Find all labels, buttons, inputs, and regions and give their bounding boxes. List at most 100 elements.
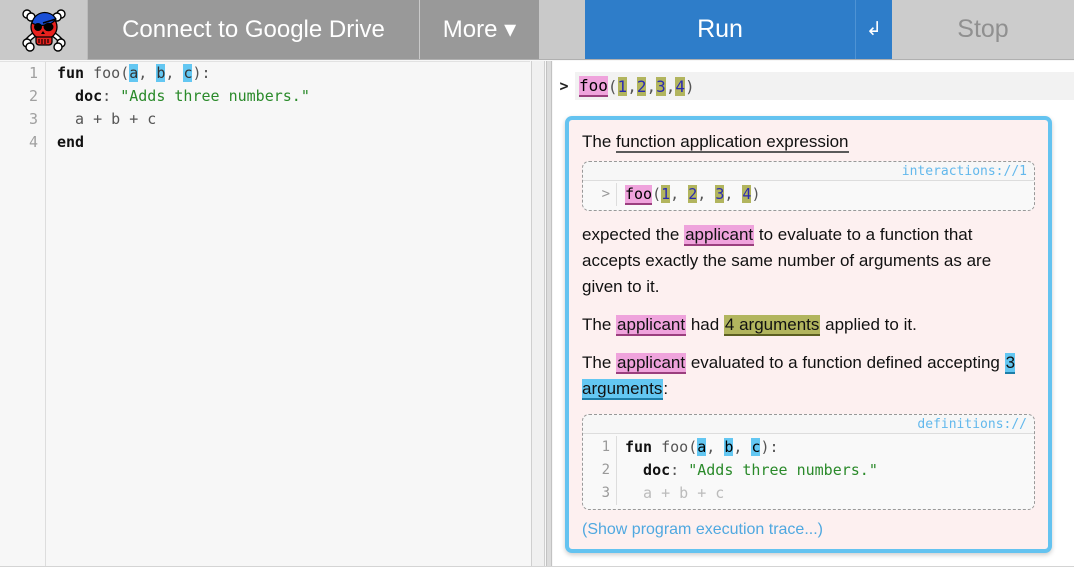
error-heading-term: function application expression [616,132,849,153]
error-definition-line-number: 1 [583,436,617,459]
toolbar: Connect to Google Drive More ▾ Run ↲ Sto… [0,0,1074,60]
error-p2-chip-applicant[interactable]: applicant [616,315,687,336]
more-menu-label: More ▾ [442,16,517,43]
error-source-frame-label[interactable]: interactions://1 [583,162,1034,180]
editor-line-number: 3 [28,110,38,128]
toolbar-spacer [540,0,585,59]
error-def-line-0-seg-7: ): [760,438,779,456]
error-def-line-1-seg-1: : [670,461,689,479]
error-p3-b: evaluated to a function defined acceptin… [686,353,1005,372]
editor-line-number: 2 [28,87,38,105]
repl-prompt-row: > foo(1, 2, 3, 4) [553,71,1074,101]
repl-call-open-paren: ( [607,76,618,96]
run-button[interactable]: Run [585,0,855,59]
editor-line-0-seg-2[interactable]: a [129,64,139,82]
error-definition-code: a + b + c [617,482,724,505]
error-p3-c: : [663,379,669,398]
error-src-call-arg-2[interactable]: 3 [715,185,725,203]
error-definition-line-number: 3 [583,482,617,505]
error-src-call-open-paren: ( [652,185,662,203]
error-p2-a: The [582,315,617,334]
editor-line-number: 1 [28,64,38,82]
editor-line-0-seg-0: fun [57,64,94,82]
show-execution-trace-link[interactable]: (Show program execution trace...) [582,521,1035,539]
error-source-frame: interactions://1 > foo(1, 2, 3, 4) [582,161,1035,211]
error-source-frame-row: > foo(1, 2, 3, 4) [583,183,1034,206]
editor-code[interactable]: fun foo(a, b, c): doc: "Adds three numbe… [47,62,530,567]
error-p1-a: expected the [582,225,685,244]
editor-code-line[interactable]: a + b + c [57,108,530,131]
error-p2-c: applied to it. [820,315,917,334]
error-definition-frame-body: 1 fun foo(a, b, c): 2 doc: "Adds three num… [583,433,1034,509]
error-src-call-sep-1: , [697,185,716,203]
repl-call-arg-0[interactable]: 1 [617,76,628,96]
error-source-frame-prompt: > [583,183,617,206]
error-panel: The function application expression inte… [565,116,1052,553]
error-p2-chip-arg-count[interactable]: 4 arguments [723,315,821,336]
error-p1-chip-applicant[interactable]: applicant [684,225,755,246]
editor-line-2-seg-0: a + b + c [57,110,157,128]
error-p3-chip-applicant[interactable]: applicant [616,353,687,374]
error-heading-prefix: The [582,132,617,151]
error-src-call-arg-1[interactable]: 2 [688,185,698,203]
stop-button-label: Stop [957,15,1009,43]
error-definition-code: doc: "Adds three numbers." [617,459,878,482]
editor-vertical-scrollbar[interactable] [531,61,545,567]
error-definition-row: 1 fun foo(a, b, c): [583,436,1034,459]
error-paragraph-2: The applicant had 4 arguments applied to… [582,312,1035,338]
definitions-editor[interactable]: 1 2 3 4 fun foo(a, b, c): doc: "Adds three … [0,61,530,567]
error-paragraph-1: expected the applicant to evaluate to a … [582,222,1035,300]
error-definition-line-number: 2 [583,459,617,482]
editor-code-line[interactable]: fun foo(a, b, c): [57,62,530,85]
error-def-line-1-seg-2: "Adds three numbers." [688,461,878,479]
repl-call-arg-1[interactable]: 2 [636,76,647,96]
pyret-ide-window: Connect to Google Drive More ▾ Run ↲ Sto… [0,0,1074,567]
error-p2-b: had [686,315,724,334]
error-definition-row: 2 doc: "Adds three numbers." [583,459,1034,482]
run-button-label: Run [697,15,743,43]
editor-line-0-seg-7: ): [192,64,211,82]
error-source-frame-body: > foo(1, 2, 3, 4) [583,180,1034,210]
pane-splitter[interactable] [546,61,552,567]
more-menu-button[interactable]: More ▾ [420,0,540,59]
error-paragraph-3: The applicant evaluated to a function de… [582,350,1035,402]
repl-call-sep-0: , [627,76,637,96]
connect-to-google-drive-button[interactable]: Connect to Google Drive [88,0,420,59]
error-def-line-0-seg-5: , [733,438,752,456]
repl-call-arg-3[interactable]: 4 [675,76,686,96]
error-definition-code: fun foo(a, b, c): [617,436,779,459]
error-src-call-callee[interactable]: foo [625,185,653,205]
error-source-frame-code: foo(1, 2, 3, 4) [617,183,760,206]
editor-code-line[interactable]: end [57,131,530,154]
connect-to-google-drive-label: Connect to Google Drive [122,15,385,43]
error-src-call-sep-0: , [670,185,689,203]
repl-call-callee[interactable]: foo [579,75,608,97]
error-def-line-0-seg-3: , [706,438,725,456]
error-src-call-close-paren: ) [751,185,761,203]
editor-gutter: 1 2 3 4 [0,62,46,567]
repl-input[interactable]: foo(1, 2, 3, 4) [575,72,1074,100]
editor-line-0-seg-3: , [138,64,157,82]
error-definition-frame-label[interactable]: definitions:// [583,415,1034,433]
run-arrow-glyph: ↲ [866,19,882,40]
editor-line-0-seg-1: foo( [93,64,130,82]
error-src-call-arg-0[interactable]: 1 [661,185,671,203]
editor-line-number: 4 [28,133,38,151]
repl-call-sep-1: , [646,76,657,96]
editor-line-0-seg-5: , [165,64,184,82]
logo-button[interactable] [0,0,88,60]
error-heading: The function application expression [582,132,1035,153]
interactions-pane[interactable]: > foo(1, 2, 3, 4) The function applicati… [553,61,1074,567]
editor-code-line[interactable]: doc: "Adds three numbers." [57,85,530,108]
editor-line-1-seg-0: doc [57,87,103,105]
error-def-line-0-seg-0: fun [625,438,662,456]
error-def-line-1-seg-0: doc [625,461,671,479]
repl-call-arg-2[interactable]: 3 [656,76,666,96]
run-options-arrow-icon[interactable]: ↲ [855,0,892,59]
error-definition-row: 3 a + b + c [583,482,1034,505]
repl-call-sep-2: , [665,76,676,96]
error-def-line-0-seg-2[interactable]: a [697,438,707,456]
stop-button[interactable]: Stop [892,0,1074,59]
editor-line-1-seg-2: "Adds three numbers." [120,87,310,105]
repl-call-close-paren: ) [685,76,695,96]
